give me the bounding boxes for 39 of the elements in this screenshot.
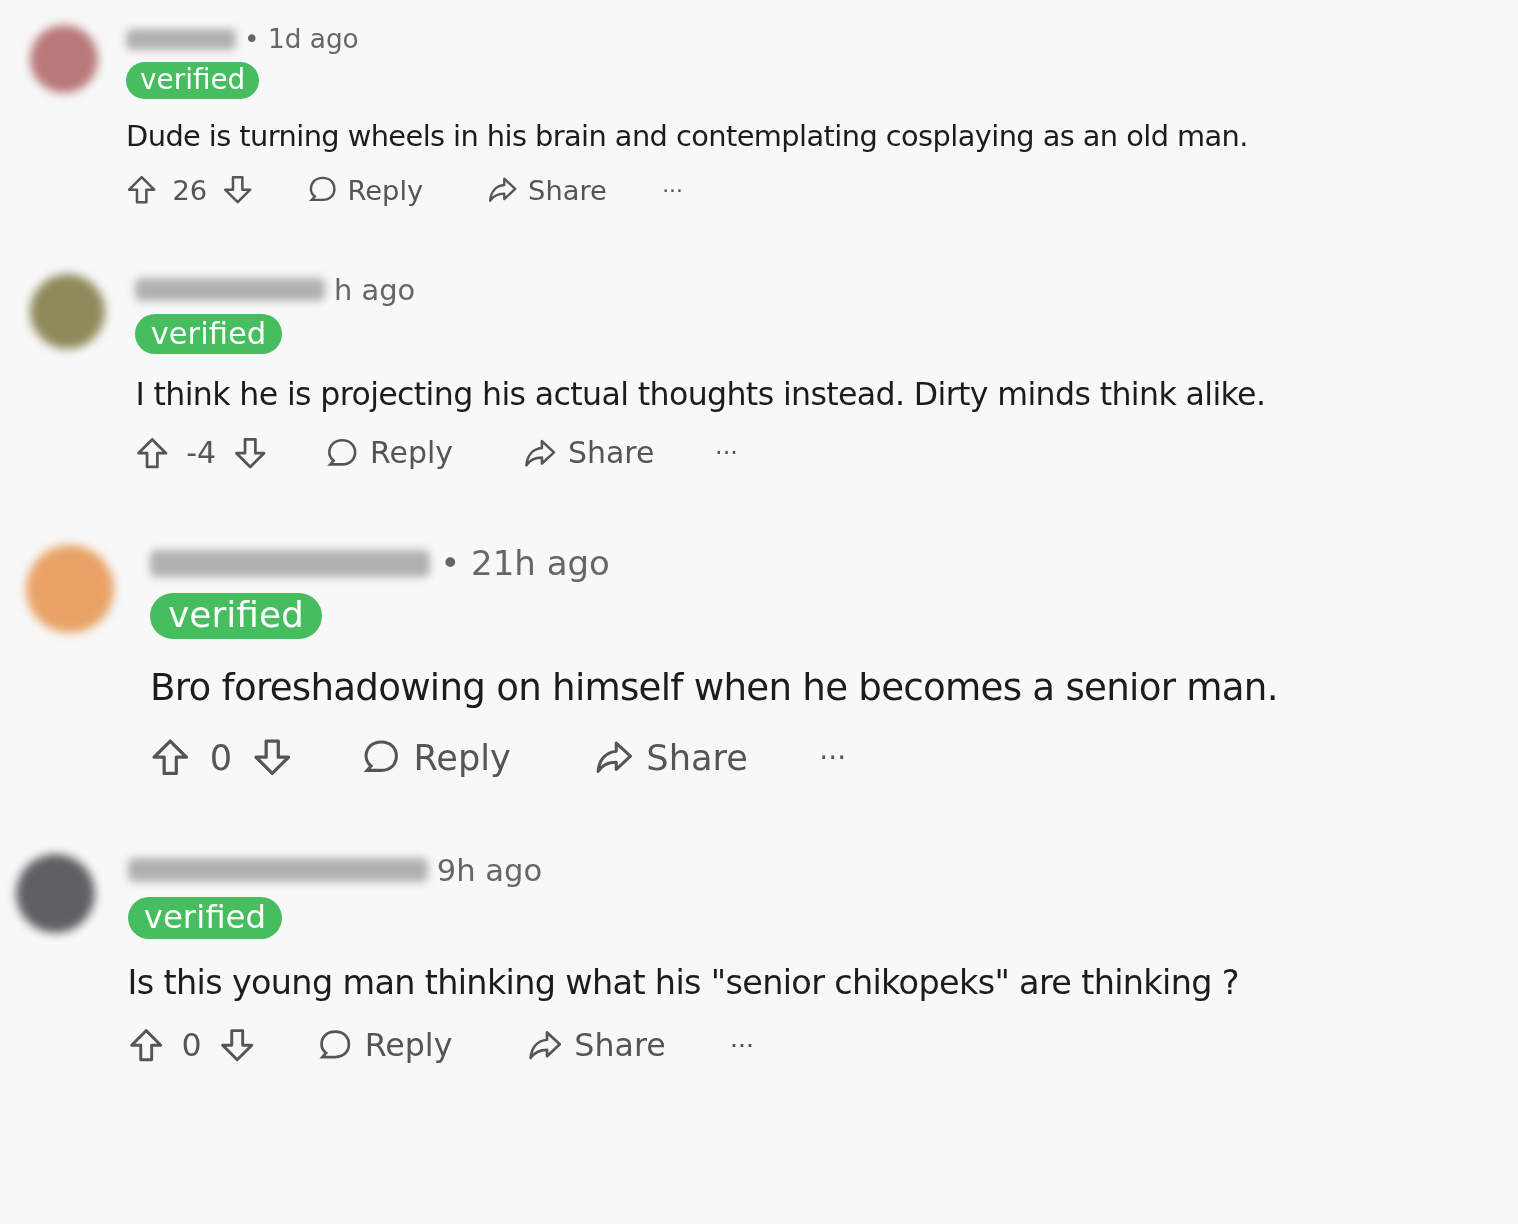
timestamp: • 1d ago (243, 24, 359, 55)
verified-flair: verified (126, 61, 260, 99)
reply-button[interactable]: Reply (313, 429, 465, 477)
upvote-icon[interactable] (127, 1026, 164, 1064)
verified-flair: verified (127, 896, 283, 940)
downvote-icon[interactable] (218, 1026, 256, 1064)
comment-text: Dude is turning wheels in his brain and contemplating cosplaying as an old man. (126, 119, 1248, 154)
vote-score: -4 (186, 435, 217, 471)
timestamp: • 21h ago (440, 543, 610, 584)
comment-text: I think he is projecting his actual thoughts instead. Dirty minds think alike. (135, 376, 1266, 413)
more-options-button[interactable]: ··· (810, 734, 855, 780)
avatar[interactable] (30, 25, 99, 94)
upvote-icon[interactable] (135, 435, 170, 471)
timestamp: 9h ago (436, 852, 543, 888)
downvote-icon[interactable] (222, 174, 254, 206)
upvote-icon[interactable] (126, 174, 158, 206)
timestamp: h ago (334, 272, 416, 307)
comment-text: Bro foreshadowing on himself when he becomes a senior man. (150, 665, 1278, 710)
reply-button[interactable]: Reply (295, 169, 434, 212)
more-options-button[interactable]: ··· (707, 434, 746, 472)
avatar[interactable] (16, 853, 96, 934)
comment-text: Is this young man thinking what his "senior chikopeks" are thinking ? (127, 962, 1239, 1002)
more-options-button[interactable]: ··· (722, 1024, 762, 1065)
vote-score: 0 (181, 1026, 202, 1063)
share-button[interactable]: Share (511, 429, 667, 477)
avatar[interactable] (30, 274, 105, 349)
share-button[interactable]: Share (514, 1020, 679, 1070)
upvote-icon[interactable] (150, 736, 191, 778)
downvote-icon[interactable] (232, 435, 267, 471)
share-button[interactable]: Share (476, 169, 618, 212)
verified-flair: verified (135, 314, 282, 354)
more-options-button[interactable]: ··· (655, 173, 690, 207)
reply-button[interactable]: Reply (304, 1020, 466, 1070)
verified-flair: verified (150, 592, 322, 640)
downvote-icon[interactable] (251, 736, 292, 778)
share-button[interactable]: Share (579, 729, 762, 785)
vote-score: 0 (209, 736, 233, 778)
vote-score: 26 (172, 174, 208, 206)
reply-button[interactable]: Reply (346, 729, 525, 785)
